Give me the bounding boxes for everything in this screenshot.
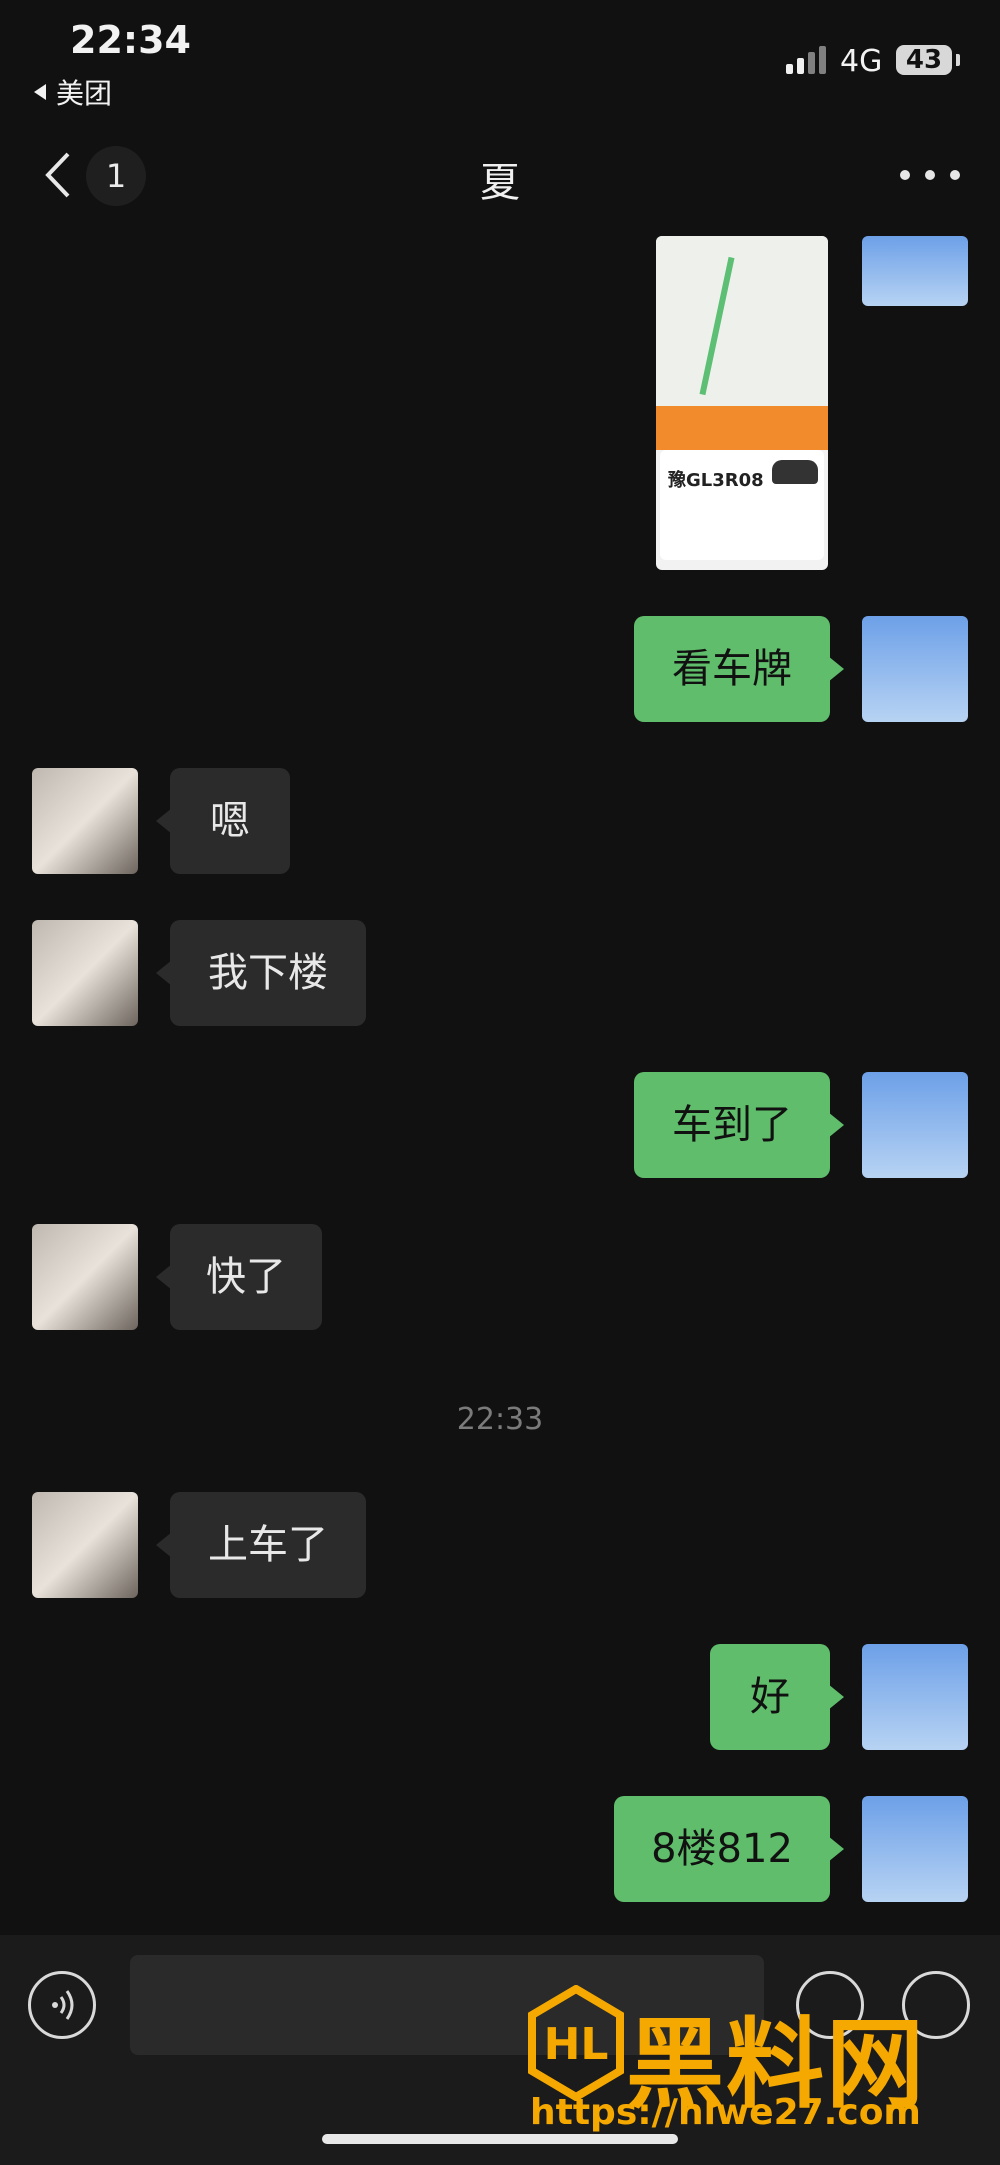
message-bubble-in[interactable]: 上车了 bbox=[156, 1492, 366, 1598]
message-bubble-in[interactable]: 我下楼 bbox=[156, 920, 366, 1026]
chat-title: 夏 bbox=[480, 160, 520, 206]
shared-screenshot-image[interactable]: 豫GL3R08 bbox=[656, 236, 828, 570]
message-bubble-in[interactable]: 嗯 bbox=[156, 768, 290, 874]
back-to-app-link[interactable]: 美团 bbox=[32, 72, 112, 112]
back-app-label: 美团 bbox=[56, 77, 113, 110]
ride-banner bbox=[656, 406, 828, 450]
battery-tip bbox=[956, 54, 960, 66]
watermark-url: https://hlwe27.com bbox=[530, 2092, 921, 2133]
sound-wave-icon bbox=[52, 1990, 74, 2020]
signal-icon bbox=[786, 46, 830, 74]
avatar-contact[interactable] bbox=[32, 1224, 138, 1330]
message-bubble-out[interactable]: 看车牌 bbox=[634, 616, 844, 722]
network-type: 4G bbox=[840, 44, 883, 79]
voice-input-icon[interactable] bbox=[28, 1971, 96, 2039]
home-indicator[interactable] bbox=[322, 2134, 678, 2144]
status-bar: 22:34 美团 4G 43 bbox=[0, 0, 1000, 110]
avatar-self[interactable] bbox=[862, 1796, 968, 1902]
message-bubble-in[interactable]: 快了 bbox=[156, 1224, 322, 1330]
avatar-self[interactable] bbox=[862, 616, 968, 722]
message-bubble-out[interactable]: 好 bbox=[710, 1644, 844, 1750]
avatar-self[interactable] bbox=[862, 1072, 968, 1178]
more-options-icon[interactable] bbox=[900, 170, 960, 184]
chat-timestamp: 22:33 bbox=[456, 1402, 544, 1437]
avatar-contact[interactable] bbox=[32, 920, 138, 1026]
svg-text:HL: HL bbox=[544, 2019, 609, 2070]
license-plate-text: 豫GL3R08 bbox=[668, 470, 764, 491]
status-time: 22:34 bbox=[70, 18, 191, 62]
message-bubble-out[interactable]: 车到了 bbox=[634, 1072, 844, 1178]
avatar-self[interactable] bbox=[862, 1644, 968, 1750]
avatar-self[interactable] bbox=[862, 236, 968, 306]
map-preview bbox=[656, 236, 828, 406]
battery-icon: 43 bbox=[896, 45, 952, 75]
car-icon bbox=[772, 460, 818, 484]
chat-header: 1 夏 bbox=[0, 120, 1000, 230]
watermark-logo-icon: HL bbox=[528, 1985, 624, 2101]
avatar-contact[interactable] bbox=[32, 768, 138, 874]
back-triangle-icon bbox=[34, 84, 46, 100]
message-bubble-out[interactable]: 8楼812 bbox=[614, 1796, 844, 1902]
avatar-contact[interactable] bbox=[32, 1492, 138, 1598]
car-info-card: 豫GL3R08 bbox=[660, 450, 824, 560]
